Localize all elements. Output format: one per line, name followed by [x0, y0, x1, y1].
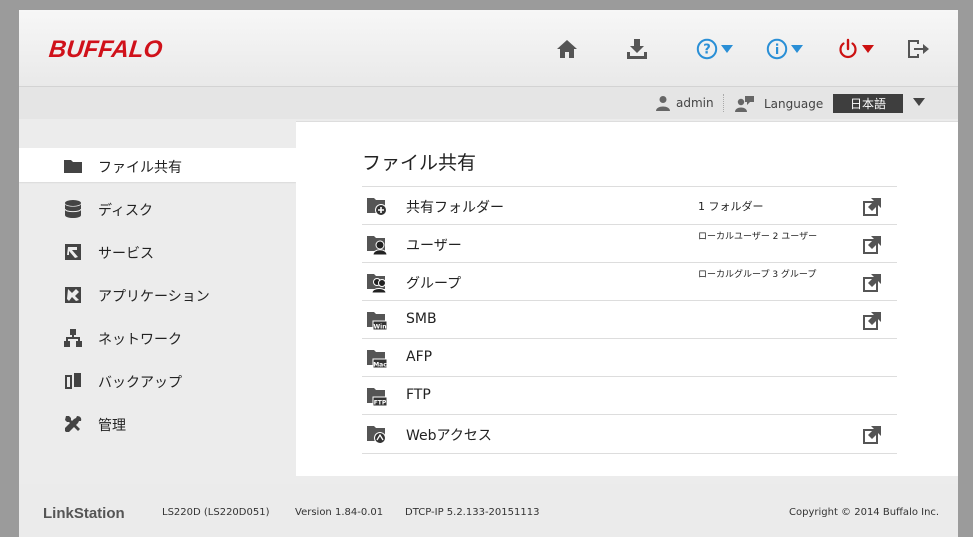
row-web-access[interactable]: Webアクセス	[362, 414, 897, 454]
sidebar-item-label: ディスク	[98, 203, 154, 219]
power-icon	[839, 38, 857, 59]
sidebar-item-label: バックアップ	[98, 375, 182, 391]
header: BUFFALO ?	[19, 10, 958, 87]
sidebar-item-backup[interactable]: バックアップ	[19, 363, 296, 397]
row-smb[interactable]: Win SMB	[362, 300, 897, 339]
app-window: BUFFALO ? admin Language 日本語 ファイル共有 ディスク…	[19, 10, 958, 537]
language-select[interactable]: 日本語	[833, 94, 903, 113]
download-icon	[627, 39, 647, 59]
row-label: Webアクセス	[406, 428, 492, 444]
chevron-down-icon	[862, 45, 874, 53]
buffalo-logo: BUFFALO	[47, 36, 164, 63]
logout-button[interactable]	[906, 36, 930, 62]
sidebar-item-label: ネットワーク	[98, 332, 182, 348]
row-ftp[interactable]: FTP FTP	[362, 376, 897, 415]
language-selector-label: Language	[735, 95, 823, 113]
linkstation-logo: LinkStation	[43, 505, 125, 522]
sidebar-item-file-sharing[interactable]: ファイル共有	[19, 148, 296, 182]
disk-icon	[64, 200, 82, 218]
sidebar-item-network[interactable]: ネットワーク	[19, 320, 296, 354]
divider	[723, 94, 724, 112]
chevron-down-icon	[791, 45, 803, 53]
dtcp-version: DTCP-IP 5.2.133-20151113	[405, 507, 540, 518]
row-info: ローカルユーザー 2 ユーザー	[698, 232, 818, 242]
folder-icon	[64, 160, 82, 173]
main-panel: ファイル共有 共有フォルダー 1 フォルダー ユーザー ローカルユーザー 2 ユ…	[296, 121, 958, 476]
sidebar-item-disk[interactable]: ディスク	[19, 191, 296, 225]
svg-text:FTP: FTP	[374, 400, 387, 407]
info-icon	[766, 38, 788, 60]
help-icon: ?	[696, 38, 718, 60]
tools-icon	[65, 416, 82, 432]
backup-icon	[65, 373, 81, 389]
ftp-folder-icon: FTP	[367, 388, 388, 407]
sidebar-item-service[interactable]: サービス	[19, 234, 296, 268]
logout-icon	[908, 40, 929, 58]
language-label: Language	[764, 97, 824, 111]
sidebar: ファイル共有 ディスク サービス アプリケーション ネットワーク バックアップ …	[19, 119, 296, 479]
row-label: ユーザー	[406, 238, 462, 254]
open-external-icon[interactable]	[863, 234, 883, 254]
row-label: SMB	[406, 311, 437, 327]
open-external-icon[interactable]	[863, 424, 883, 444]
sub-header-bar: admin Language 日本語	[19, 87, 958, 119]
row-info: 1 フォルダー	[698, 200, 764, 213]
sidebar-item-label: サービス	[98, 246, 154, 262]
open-external-icon[interactable]	[863, 196, 883, 216]
web-access-folder-icon	[367, 426, 386, 444]
row-group[interactable]: グループ ローカルグループ 3 グループ	[362, 262, 897, 301]
home-button[interactable]	[556, 36, 578, 62]
group-folder-icon	[367, 274, 387, 293]
copyright: Copyright © 2014 Buffalo Inc.	[789, 507, 940, 518]
row-afp[interactable]: Mac AFP	[362, 338, 897, 377]
chevron-down-icon	[721, 45, 733, 53]
open-external-icon[interactable]	[863, 310, 883, 330]
sidebar-item-label: 管理	[98, 418, 126, 434]
shared-folder-add-icon	[367, 198, 387, 216]
svg-text:Win: Win	[374, 324, 387, 331]
language-icon	[735, 96, 754, 112]
model-name: LS220D (LS220D051)	[162, 507, 270, 518]
row-label: 共有フォルダー	[406, 200, 504, 216]
current-user: admin	[655, 95, 714, 111]
firmware-version: Version 1.84-0.01	[295, 507, 384, 518]
row-label: FTP	[406, 387, 431, 403]
network-icon	[64, 329, 82, 347]
sidebar-item-label: アプリケーション	[98, 289, 210, 305]
username: admin	[676, 96, 714, 110]
row-user[interactable]: ユーザー ローカルユーザー 2 ユーザー	[362, 224, 897, 263]
row-label: グループ	[406, 276, 462, 292]
help-menu-button[interactable]: ?	[696, 36, 733, 62]
afp-folder-icon: Mac	[367, 350, 388, 369]
svg-text:Mac: Mac	[373, 362, 387, 369]
footer: LinkStation LS220D (LS220D051) Version 1…	[19, 484, 958, 537]
open-external-icon[interactable]	[863, 272, 883, 292]
user-icon	[656, 96, 670, 111]
chevron-down-icon[interactable]	[913, 97, 925, 107]
application-icon	[65, 287, 81, 303]
sidebar-item-application[interactable]: アプリケーション	[19, 277, 296, 311]
user-folder-icon	[367, 236, 388, 255]
row-info: ローカルグループ 3 グループ	[698, 270, 817, 280]
svg-text:?: ?	[703, 43, 711, 58]
sidebar-item-label: ファイル共有	[98, 160, 182, 176]
page-title: ファイル共有	[362, 152, 477, 174]
sidebar-item-management[interactable]: 管理	[19, 406, 296, 440]
download-button[interactable]	[626, 36, 648, 62]
smb-folder-icon: Win	[367, 312, 388, 331]
row-label: AFP	[406, 349, 433, 365]
power-menu-button[interactable]	[837, 36, 874, 62]
service-icon	[65, 244, 81, 260]
info-menu-button[interactable]	[766, 36, 803, 62]
row-shared-folder[interactable]: 共有フォルダー 1 フォルダー	[362, 186, 897, 225]
home-icon	[557, 40, 577, 58]
